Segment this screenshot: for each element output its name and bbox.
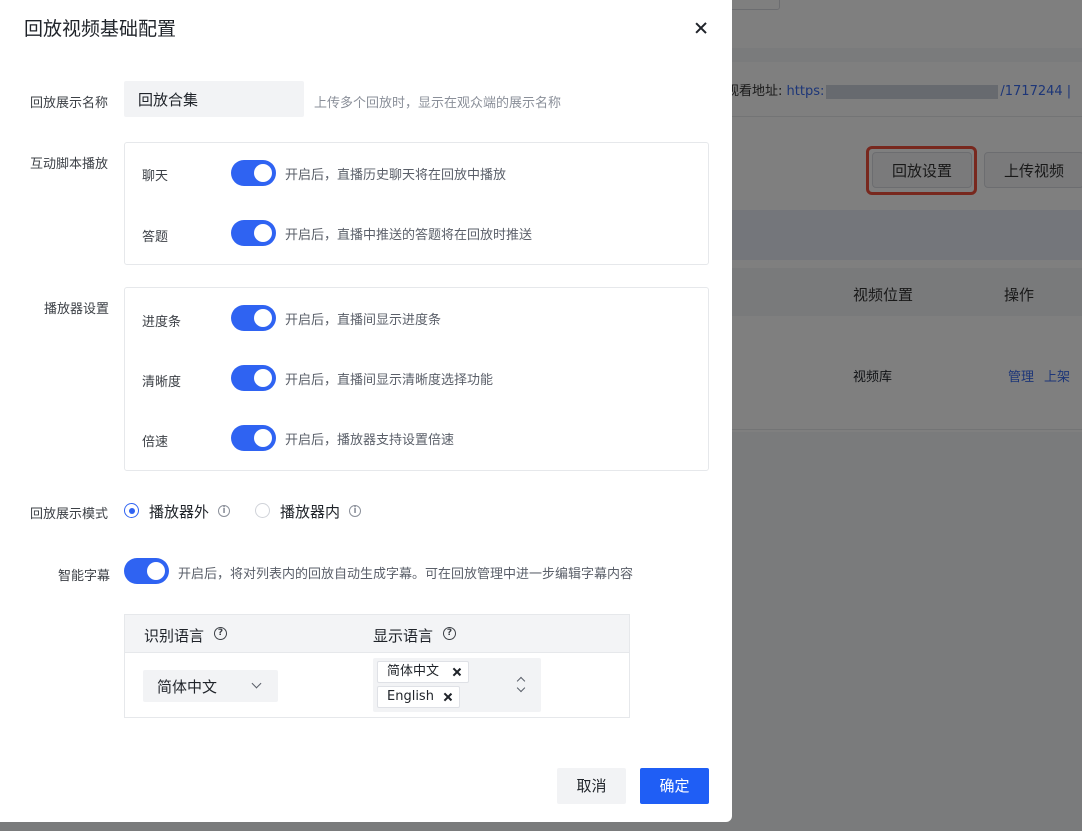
radio-inside-player-label[interactable]: 播放器内 — [280, 501, 340, 522]
language-table-header: 识别语言 ? 显示语言 ? — [125, 615, 629, 653]
replay-config-modal: 回放视频基础配置 回放展示名称 上传多个回放时，显示在观众端的展示名称 互动脚本… — [0, 0, 732, 822]
speed-toggle[interactable] — [231, 425, 276, 451]
interactive-label: 互动脚本播放 — [30, 157, 109, 172]
close-icon[interactable] — [691, 18, 711, 38]
subtitle-toggle[interactable] — [124, 558, 169, 584]
recognize-language-value: 简体中文 — [157, 678, 218, 696]
help-icon[interactable]: ? — [214, 627, 227, 640]
language-table: 识别语言 ? 显示语言 ? 简体中文 简体中文 English — [124, 614, 630, 718]
player-settings-box: 进度条 开启后，直播间显示进度条 清晰度 开启后，直播间显示清晰度选择功能 倍速… — [124, 287, 709, 471]
cancel-button[interactable]: 取消 — [557, 768, 626, 804]
display-language-header: 显示语言 — [373, 627, 434, 645]
tag-close-icon[interactable] — [452, 667, 462, 677]
info-icon[interactable]: i — [218, 505, 230, 517]
clarity-hint: 开启后，直播间显示清晰度选择功能 — [285, 373, 494, 388]
display-name-label: 回放展示名称 — [30, 96, 109, 111]
display-name-hint: 上传多个回放时，显示在观众端的展示名称 — [314, 96, 562, 111]
help-icon[interactable]: ? — [443, 627, 456, 640]
subtitle-label: 智能字幕 — [58, 569, 111, 584]
modal-title: 回放视频基础配置 — [24, 18, 177, 40]
clarity-label: 清晰度 — [142, 375, 182, 390]
quiz-toggle[interactable] — [231, 220, 276, 246]
recognize-language-header: 识别语言 — [144, 627, 205, 645]
chat-toggle[interactable] — [231, 160, 276, 186]
quiz-label: 答题 — [142, 230, 169, 245]
progress-hint: 开启后，直播间显示进度条 — [285, 313, 442, 328]
confirm-button[interactable]: 确定 — [640, 768, 709, 804]
radio-outside-player-label[interactable]: 播放器外 — [149, 501, 209, 522]
clarity-toggle[interactable] — [231, 365, 276, 391]
chat-hint: 开启后，直播历史聊天将在回放中播放 — [285, 168, 507, 183]
info-icon[interactable]: i — [349, 505, 361, 517]
progress-label: 进度条 — [142, 315, 182, 330]
chevron-down-icon — [251, 678, 262, 689]
display-language-multiselect[interactable]: 简体中文 English — [373, 658, 541, 712]
quiz-hint: 开启后，直播中推送的答题将在回放时推送 — [285, 228, 533, 243]
language-tag-label: English — [387, 689, 434, 704]
language-tag-label: 简体中文 — [387, 664, 440, 679]
language-tag: English — [377, 686, 460, 708]
display-name-input[interactable] — [124, 81, 304, 117]
subtitle-hint: 开启后，将对列表内的回放自动生成字幕。可在回放管理中进一步编辑字幕内容 — [178, 567, 634, 582]
display-mode-label: 回放展示模式 — [30, 507, 109, 522]
radio-outside-player[interactable] — [124, 503, 139, 518]
player-settings-label: 播放器设置 — [44, 302, 110, 317]
tag-close-icon[interactable] — [443, 692, 453, 702]
recognize-language-select[interactable]: 简体中文 — [143, 670, 278, 702]
interactive-box: 聊天 开启后，直播历史聊天将在回放中播放 答题 开启后，直播中推送的答题将在回放… — [124, 142, 709, 265]
speed-label: 倍速 — [142, 435, 169, 450]
progress-toggle[interactable] — [231, 305, 276, 331]
chat-label: 聊天 — [142, 169, 169, 184]
speed-hint: 开启后，播放器支持设置倍速 — [285, 433, 455, 448]
up-down-arrows-icon — [517, 676, 525, 694]
language-tag: 简体中文 — [377, 661, 469, 683]
radio-inside-player[interactable] — [255, 503, 270, 518]
